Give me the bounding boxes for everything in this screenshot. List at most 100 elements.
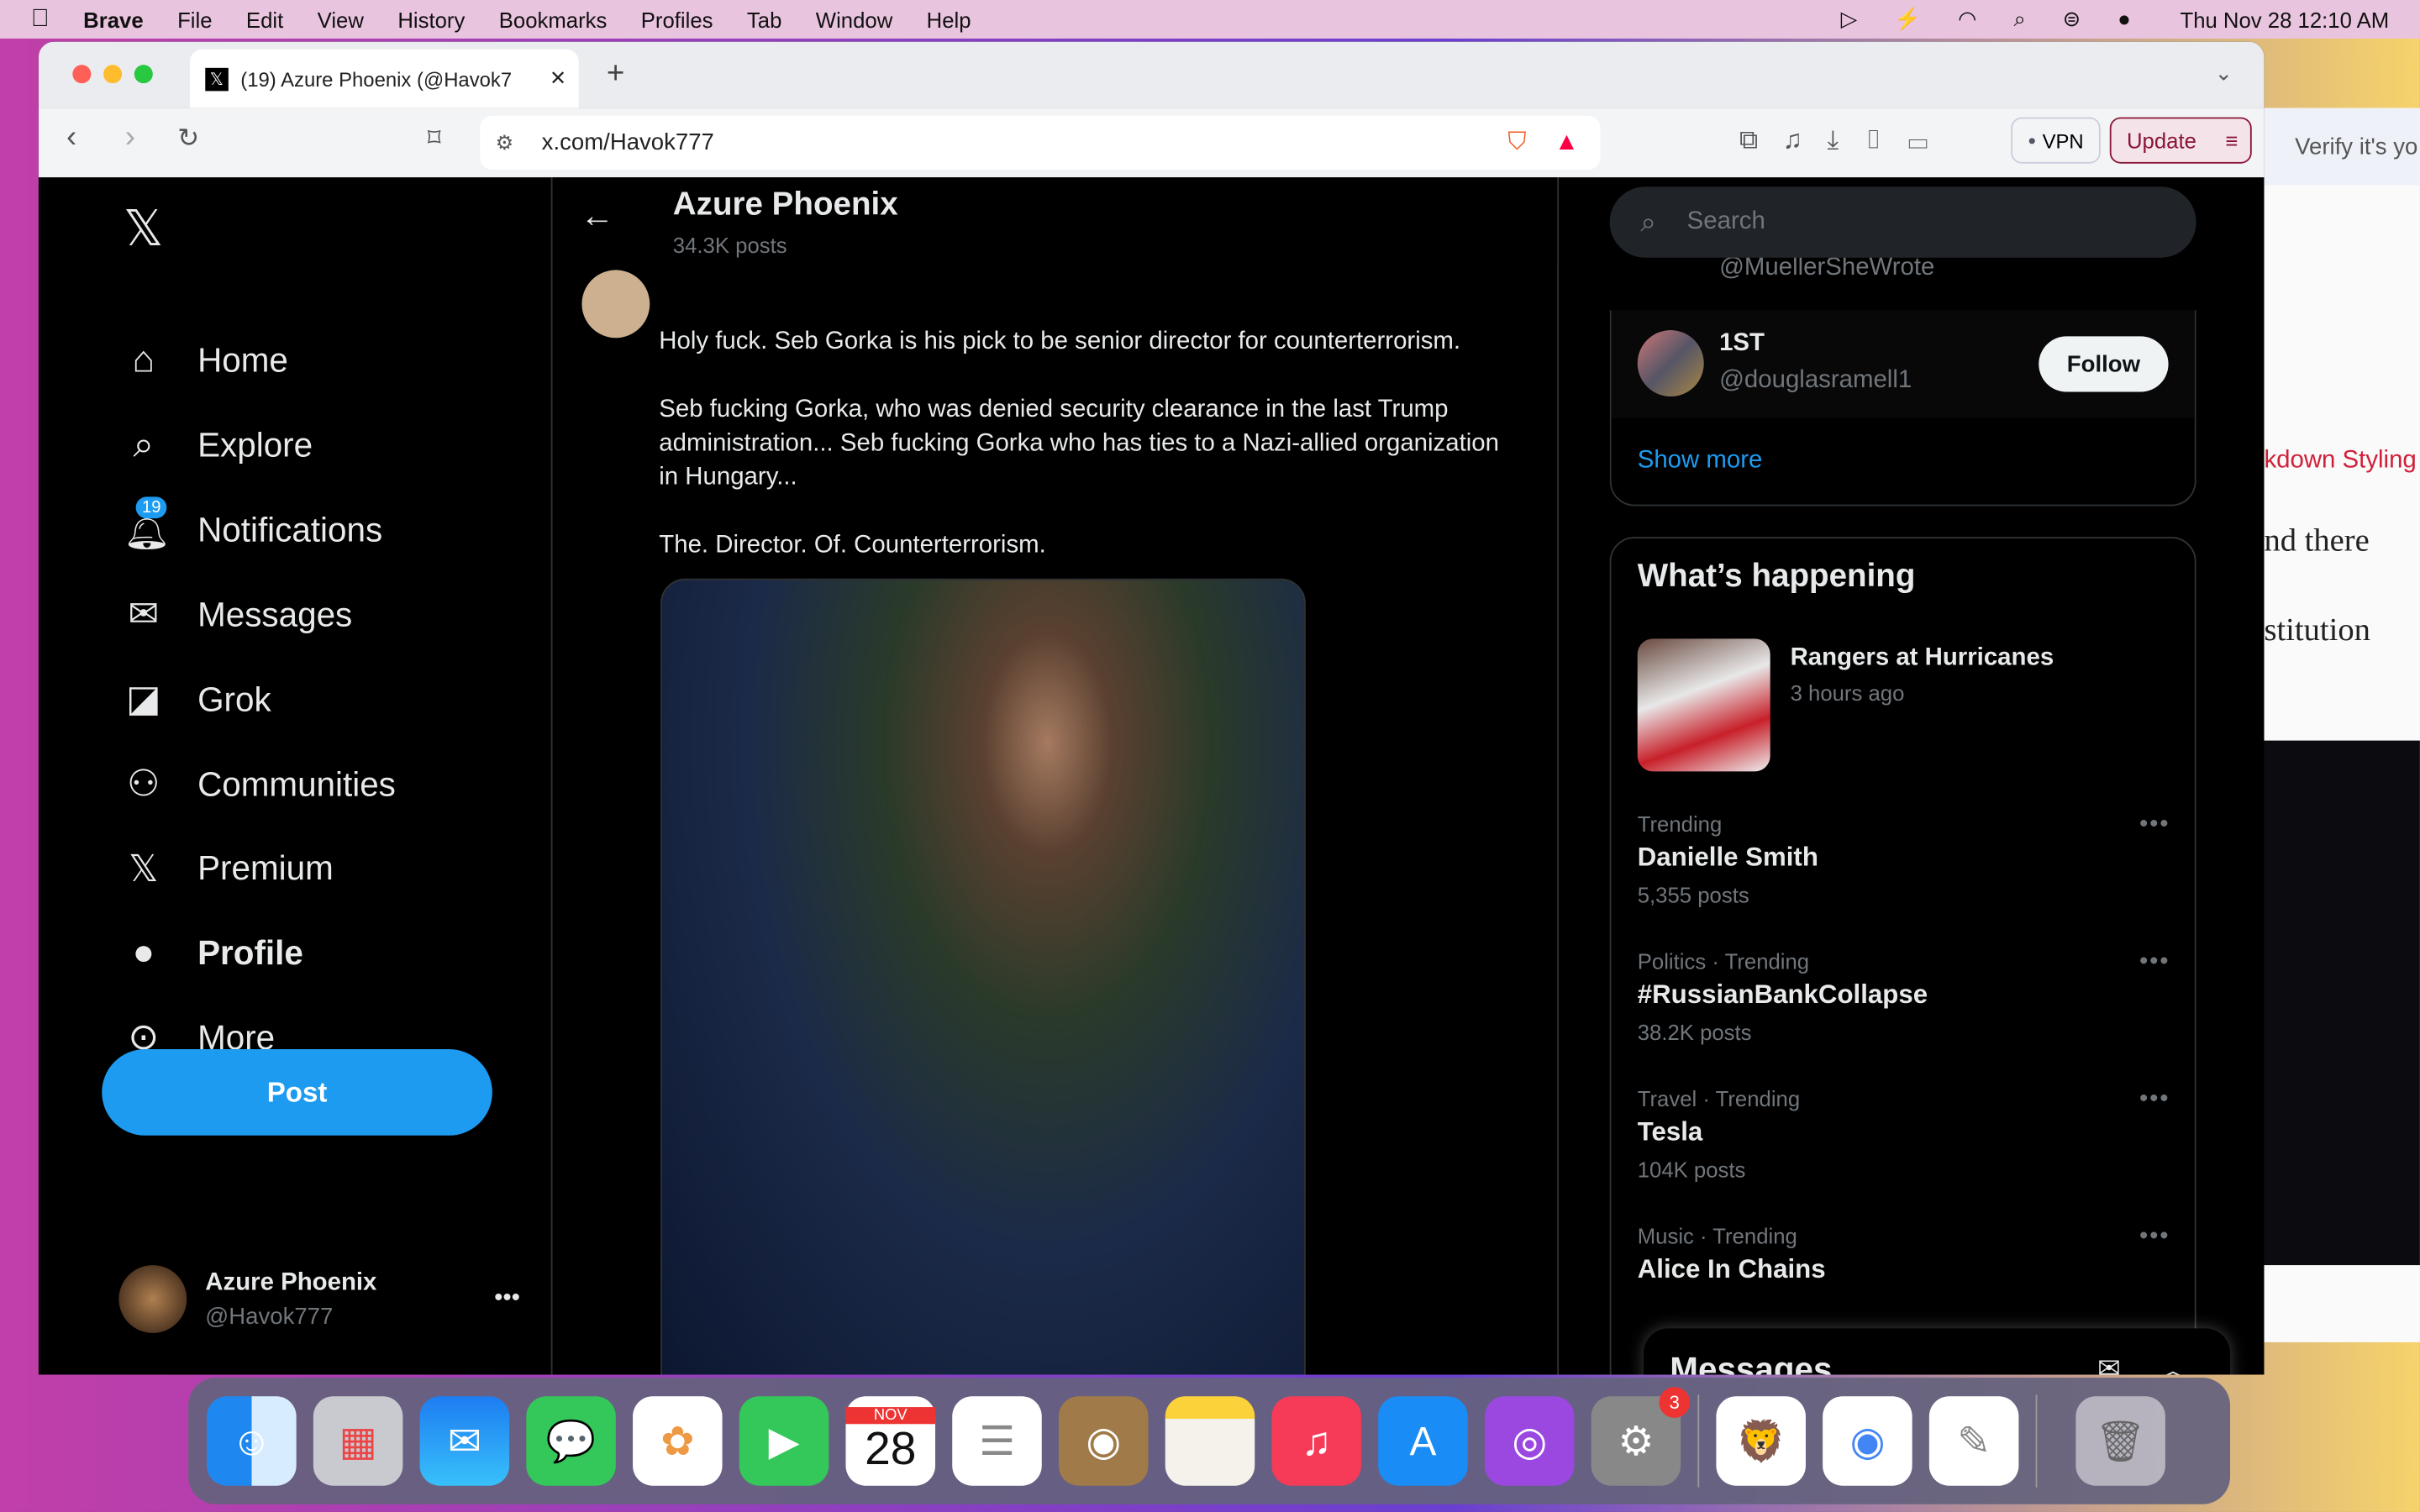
zoom-window-button[interactable] <box>134 65 153 84</box>
trash-icon[interactable]: 🗑 <box>2075 1396 2165 1486</box>
notes-icon[interactable] <box>1165 1396 1255 1486</box>
account-handle: @Havok777 <box>205 1303 334 1330</box>
back-arrow-icon[interactable]: ← <box>581 196 614 236</box>
tweet-paragraph: Holy fuck. Seb Gorka is his pick to be s… <box>659 328 1461 355</box>
menu-edit[interactable]: Edit <box>246 7 283 31</box>
trend-item[interactable]: Music · Trending Alice In Chains ••• <box>1638 1224 2170 1285</box>
contacts-icon[interactable]: ◉ <box>1058 1396 1149 1486</box>
person-icon: ● <box>132 931 155 974</box>
launchpad-icon[interactable]: ▦ <box>313 1396 403 1486</box>
brave-shields-icon[interactable]: ⛉ <box>1507 129 1526 156</box>
reminders-icon[interactable]: ☰ <box>952 1396 1042 1486</box>
nav-item-messages[interactable]: ✉ Messages <box>124 593 352 638</box>
menu-bookmarks[interactable]: Bookmarks <box>499 7 608 31</box>
menu-clock[interactable]: Thu Nov 28 12:10 AM <box>2180 7 2389 31</box>
back-button[interactable]: ‹ <box>66 120 76 155</box>
nav-item-explore[interactable]: ⌕ Explore <box>124 424 313 467</box>
trend-item[interactable]: Travel · Trending Tesla 104K posts ••• <box>1638 1086 2170 1182</box>
follow-suggestion[interactable]: 1ST @douglasramell1 Follow <box>1611 310 2195 418</box>
nav-item-home[interactable]: ⌂ Home <box>124 339 287 382</box>
header-post-count: 34.3K posts <box>672 233 787 258</box>
nav-item-profile[interactable]: ● Profile <box>124 931 302 974</box>
music-icon[interactable]: ♫ <box>1271 1396 1361 1486</box>
address-bar[interactable]: ⚙ x.com/Havok777 ▲ ⛉ <box>480 115 1601 171</box>
tweet-image[interactable] <box>660 578 1306 1375</box>
bg-verify: Verify it's yo <box>2264 108 2420 186</box>
trend-more-icon[interactable]: ••• <box>2139 1086 2170 1114</box>
menu-view[interactable]: View <box>318 7 364 31</box>
chrome-icon[interactable]: ◉ <box>1823 1396 1912 1486</box>
photos-icon[interactable]: ✿ <box>633 1396 723 1486</box>
trend-more-icon[interactable]: ••• <box>2139 1224 2170 1252</box>
divider <box>1557 177 1560 1375</box>
nav-item-grok[interactable]: ◪ Grok <box>124 678 271 722</box>
show-more-link[interactable]: Show more <box>1638 448 1763 475</box>
apple-icon[interactable]:  <box>31 5 50 33</box>
nav-item-notifications[interactable]: 🔔︎ 19 Notifications <box>124 496 382 553</box>
brave-icon[interactable]: 🦁 <box>1716 1396 1806 1486</box>
vpn-button[interactable]: ● VPN <box>2011 117 2101 164</box>
search-input[interactable]: ⌕ Search <box>1609 186 2196 258</box>
people-icon: ⚇ <box>127 764 160 806</box>
trend-more-icon[interactable]: ••• <box>2139 949 2170 977</box>
menu-window[interactable]: Window <box>816 7 892 31</box>
menu-profiles[interactable]: Profiles <box>641 7 713 31</box>
menu-app-name[interactable]: Brave <box>83 7 143 31</box>
browser-tab[interactable]: 𝕏 (19) Azure Phoenix (@Havok7 ✕ <box>189 49 579 108</box>
new-tab-button[interactable]: + <box>607 57 624 92</box>
system-settings-icon[interactable]: ⚙ 3 <box>1591 1387 1691 1486</box>
event-thumbnail[interactable] <box>1637 638 1770 772</box>
menu-history[interactable]: History <box>397 7 465 31</box>
expand-chevron-icon[interactable]: ︽ <box>2160 1350 2187 1374</box>
follow-button[interactable]: Follow <box>2039 336 2169 392</box>
trend-title: Alice In Chains <box>1637 1254 1826 1284</box>
search-icon: ⌕ <box>1640 206 1656 237</box>
event-title[interactable]: Rangers at Hurricanes <box>1791 645 2054 673</box>
trend-posts: 104K posts <box>1637 1157 1746 1182</box>
nav-item-communities[interactable]: ⚇ Communities <box>124 762 396 806</box>
menu-help[interactable]: Help <box>927 7 971 31</box>
textedit-icon[interactable]: ✎ <box>1928 1396 2019 1486</box>
app-store-icon[interactable]: A <box>1378 1396 1468 1486</box>
account-switcher[interactable]: Azure Phoenix @Havok777 ••• <box>118 1265 520 1333</box>
event-time: 3 hours ago <box>1790 680 1905 706</box>
minimize-window-button[interactable] <box>103 65 123 84</box>
dock-divider <box>1697 1394 1700 1488</box>
finder-icon[interactable]: ☺ <box>207 1396 297 1486</box>
brave-rewards-icon[interactable]: ▲ <box>1555 129 1579 156</box>
trend-item[interactable]: Trending Danielle Smith 5,355 posts ••• <box>1638 811 2170 907</box>
x-icon: 𝕏 <box>129 848 159 890</box>
messages-icon[interactable]: 💬 <box>526 1396 616 1486</box>
messages-drawer[interactable]: Messages ✉ ︽ <box>1644 1328 2231 1375</box>
trend-posts: 5,355 posts <box>1637 882 1749 907</box>
trend-more-icon[interactable]: ••• <box>2139 811 2170 839</box>
grok-icon: ◪ <box>125 679 161 722</box>
reload-button[interactable]: ↻ <box>177 123 199 155</box>
post-button[interactable]: Post <box>102 1048 492 1136</box>
calendar-icon[interactable]: NOV 28 <box>845 1396 936 1486</box>
bg-thumbnail <box>2264 740 2420 1266</box>
menu-tab[interactable]: Tab <box>747 7 781 31</box>
nav-item-premium[interactable]: 𝕏 Premium <box>124 847 334 891</box>
forward-button[interactable]: › <box>125 120 135 155</box>
nav-label: Grok <box>197 680 271 719</box>
toolbar-extension-icons[interactable]: ⧉♫⤓▯▭ <box>1739 125 1953 156</box>
bookmark-icon[interactable]: ⌑ <box>428 123 441 155</box>
menu-file[interactable]: File <box>177 7 212 31</box>
close-window-button[interactable] <box>72 65 92 84</box>
tweet-text: Holy fuck. Seb Gorka is his pick to be s… <box>659 326 1523 564</box>
tab-list-chevron-icon[interactable]: ⌄ <box>2215 60 2233 87</box>
update-button[interactable]: Update ≡ <box>2109 117 2252 164</box>
mail-icon[interactable]: ✉ <box>419 1396 510 1486</box>
facetime-icon[interactable]: ▶ <box>739 1396 829 1486</box>
nav-label: Messages <box>197 595 353 634</box>
x-logo[interactable]: 𝕏 <box>124 199 163 258</box>
nav-label: Explore <box>197 425 313 465</box>
status-icons[interactable]: ▷ ⚡ ◠ ⌕ ⊜ ● <box>1841 6 2146 32</box>
podcasts-icon[interactable]: ◎ <box>1484 1396 1575 1486</box>
trend-item[interactable]: Politics · Trending #RussianBankCollapse 3… <box>1638 949 2170 1045</box>
site-settings-icon[interactable]: ⚙ <box>496 130 513 155</box>
new-message-icon[interactable]: ✉ <box>2097 1353 2121 1375</box>
close-tab-icon[interactable]: ✕ <box>550 66 566 91</box>
tweet-author-avatar[interactable] <box>581 270 650 339</box>
